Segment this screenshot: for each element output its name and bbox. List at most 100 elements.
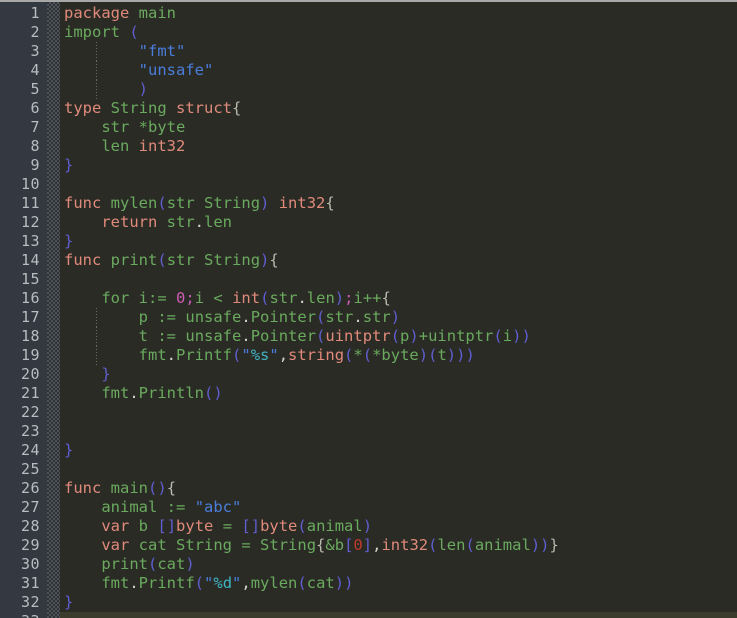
indent-guide [96,61,97,80]
code-token: main [138,4,176,22]
code-line[interactable]: return str.len [60,213,737,232]
line-number: 26 [20,479,40,497]
code-token: ( [362,346,373,364]
code-line[interactable]: "fmt" [60,42,737,61]
code-token: Printf [176,346,232,364]
code-token: ( [157,251,167,269]
code-token: , [241,574,251,592]
code-line[interactable]: fmt.Println() [60,384,737,403]
code-token: unsafe [185,327,242,345]
code-line[interactable]: } [60,156,737,175]
code-token: %s [250,346,270,364]
code-line[interactable] [60,612,737,618]
code-line[interactable]: "unsafe" [60,61,737,80]
code-token: ) [530,536,541,554]
code-token: } [64,441,74,459]
code-line[interactable]: print(cat) [60,555,737,574]
code-line[interactable]: func print(str String){ [60,251,737,270]
code-token: . [129,384,139,402]
code-token: ) [185,555,195,573]
code-line[interactable]: var b []byte = []byte(animal) [60,517,737,536]
code-line[interactable]: } [60,232,737,251]
code-line[interactable]: animal := "abc" [60,498,737,517]
code-line[interactable]: ) [60,80,737,99]
code-line[interactable]: t := unsafe.Pointer(uintptr(p)+uintptr(i… [60,327,737,346]
code-token: main [110,479,148,497]
line-number: 12 [20,213,40,231]
code-token: ) [390,308,401,326]
code-line[interactable]: for i:= 0;i < int(str.len);i++{ [60,289,737,308]
code-line[interactable]: fmt.Printf("%d",mylen(cat)) [60,574,737,593]
code-token: ( [344,346,354,364]
code-line[interactable] [60,175,737,194]
code-line[interactable]: str *byte [60,118,737,137]
code-token: . [353,308,363,326]
indent-guide [96,42,97,61]
code-line[interactable]: } [60,593,737,612]
code-token: . [241,327,251,345]
code-line[interactable]: func main(){ [60,479,737,498]
code-line[interactable] [60,270,737,289]
line-number: 6 [30,99,40,117]
code-line[interactable]: import ( [60,23,737,42]
code-token: b [138,517,149,535]
code-token: , [278,346,289,364]
code-line[interactable]: package main [60,4,737,23]
code-token: ( [297,517,307,535]
code-token: ) [344,574,354,592]
code-folding-column[interactable] [47,2,60,618]
code-token: p [400,327,410,345]
line-number: 23 [20,422,40,440]
code-token: & [325,536,335,554]
code-token: animal [101,498,158,516]
code-line[interactable]: len int32 [60,137,737,156]
code-line[interactable]: type String struct{ [60,99,737,118]
code-token: i [353,289,363,307]
code-line[interactable] [60,460,737,479]
code-token: ( [157,194,167,212]
code-token: ) [213,384,223,402]
code-line[interactable]: func mylen(str String) int32{ [60,194,737,213]
code-token: t [138,327,148,345]
code-token: ) [334,289,345,307]
code-token: struct [176,99,233,117]
code-line[interactable]: p := unsafe.Pointer(str.str) [60,308,737,327]
code-token: str [101,118,130,136]
code-text-area[interactable]: package main import ( "fmt" "unsafe" ) typ… [60,2,737,618]
code-editor[interactable]: 1 2 3 4 5 6 7 8 9 10 11 12 13 14 15 16 17 18 19 20 21 22 23 24 2… [0,0,737,618]
line-number-gutter[interactable]: 1 2 3 4 5 6 7 8 9 10 11 12 13 14 15 16 17 18 19 20 21 22 23 24 2… [0,2,47,618]
code-token: b [334,536,345,554]
code-line[interactable] [60,403,737,422]
code-line[interactable]: var cat String = String{&b[0],int32(len(… [60,536,737,555]
code-token: ( [316,327,326,345]
code-token: p [138,308,148,326]
code-token: . [241,308,251,326]
code-token: t [437,346,447,364]
code-token: ( [297,574,307,592]
code-token: string [288,346,345,364]
code-token: str [325,308,354,326]
code-token: len [204,213,233,231]
code-token: animal [306,517,363,535]
code-line[interactable]: } [60,365,737,384]
code-token: { [316,536,326,554]
code-line[interactable]: fmt.Printf("%s",string(*(*byte)(t))) [60,346,737,365]
code-line[interactable] [60,422,737,441]
code-line[interactable]: } [60,441,737,460]
